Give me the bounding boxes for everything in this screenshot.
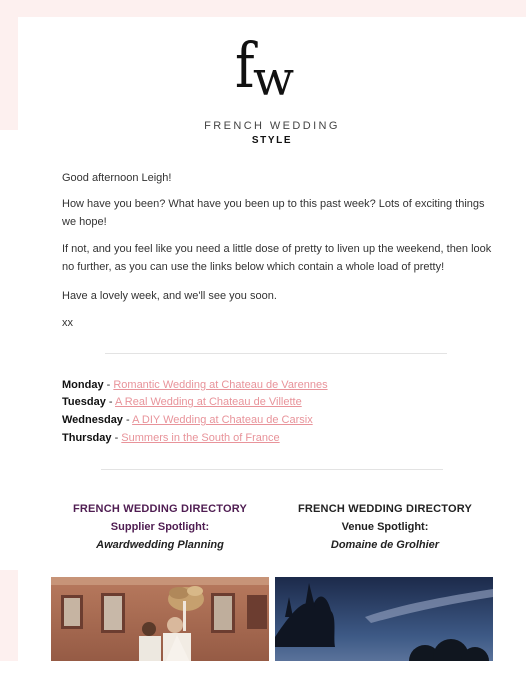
post-day: Monday bbox=[62, 379, 104, 391]
post-item-wednesday: Wednesday - A DIY Wedding at Chateau de … bbox=[62, 412, 492, 429]
directory-title: FRENCH WEDDING DIRECTORY bbox=[72, 503, 248, 515]
directory-venue-spotlight[interactable]: FRENCH WEDDING DIRECTORY Venue Spotlight… bbox=[273, 500, 497, 554]
post-separator: - bbox=[103, 379, 114, 391]
post-day: Thursday bbox=[62, 432, 112, 444]
brand-name-line1: FRENCH WEDDING bbox=[204, 120, 340, 132]
directory-supplier-spotlight[interactable]: FRENCH WEDDING DIRECTORY Supplier Spotli… bbox=[48, 500, 272, 554]
directory-title: FRENCH WEDDING DIRECTORY bbox=[297, 503, 473, 515]
post-day: Wednesday bbox=[62, 414, 123, 426]
logo-f-glyph: f bbox=[235, 29, 255, 102]
brand-logo[interactable]: f w FRENCH WEDDING STYLE bbox=[18, 17, 526, 157]
wedding-couple-photo[interactable] bbox=[51, 577, 269, 661]
brand-name-line2: STYLE bbox=[251, 135, 293, 146]
venue-night-photo[interactable] bbox=[275, 577, 493, 661]
post-separator: - bbox=[105, 396, 115, 408]
post-separator: - bbox=[111, 432, 122, 444]
post-day: Tuesday bbox=[62, 396, 106, 408]
logo-w-glyph: w bbox=[253, 51, 294, 107]
post-link-thursday[interactable]: Summers in the South of France bbox=[121, 432, 279, 444]
directory-name: Awardwedding Planning bbox=[96, 539, 224, 551]
divider-top bbox=[105, 353, 447, 354]
signoff: xx bbox=[62, 317, 73, 329]
post-link-wednesday[interactable]: A DIY Wedding at Chateau de Carsix bbox=[132, 414, 313, 426]
directory-name: Domaine de Grolhier bbox=[330, 539, 440, 551]
intro-paragraph-2: If not, and you feel like you need a lit… bbox=[62, 243, 492, 273]
post-link-monday[interactable]: Romantic Wedding at Chateau de Varennes bbox=[113, 379, 327, 391]
post-item-thursday: Thursday - Summers in the South of Franc… bbox=[62, 430, 492, 447]
bottom-gutter bbox=[0, 661, 526, 673]
greeting: Good afternoon Leigh! bbox=[62, 172, 172, 184]
post-separator: - bbox=[122, 414, 133, 426]
post-item-tuesday: Tuesday - A Real Wedding at Chateau de V… bbox=[62, 394, 492, 411]
directory-subtitle: Supplier Spotlight: bbox=[110, 521, 210, 533]
intro-paragraph-1: How have you been? What have you been up… bbox=[62, 198, 485, 228]
directory-subtitle: Venue Spotlight: bbox=[341, 521, 429, 533]
intro-paragraph-3: Have a lovely week, and we'll see you so… bbox=[62, 290, 277, 302]
post-link-tuesday[interactable]: A Real Wedding at Chateau de Villette bbox=[115, 396, 302, 408]
divider-bottom bbox=[101, 469, 443, 470]
email-card: f w FRENCH WEDDING STYLE Good afternoon … bbox=[18, 17, 526, 661]
post-item-monday: Monday - Romantic Wedding at Chateau de … bbox=[62, 377, 492, 394]
